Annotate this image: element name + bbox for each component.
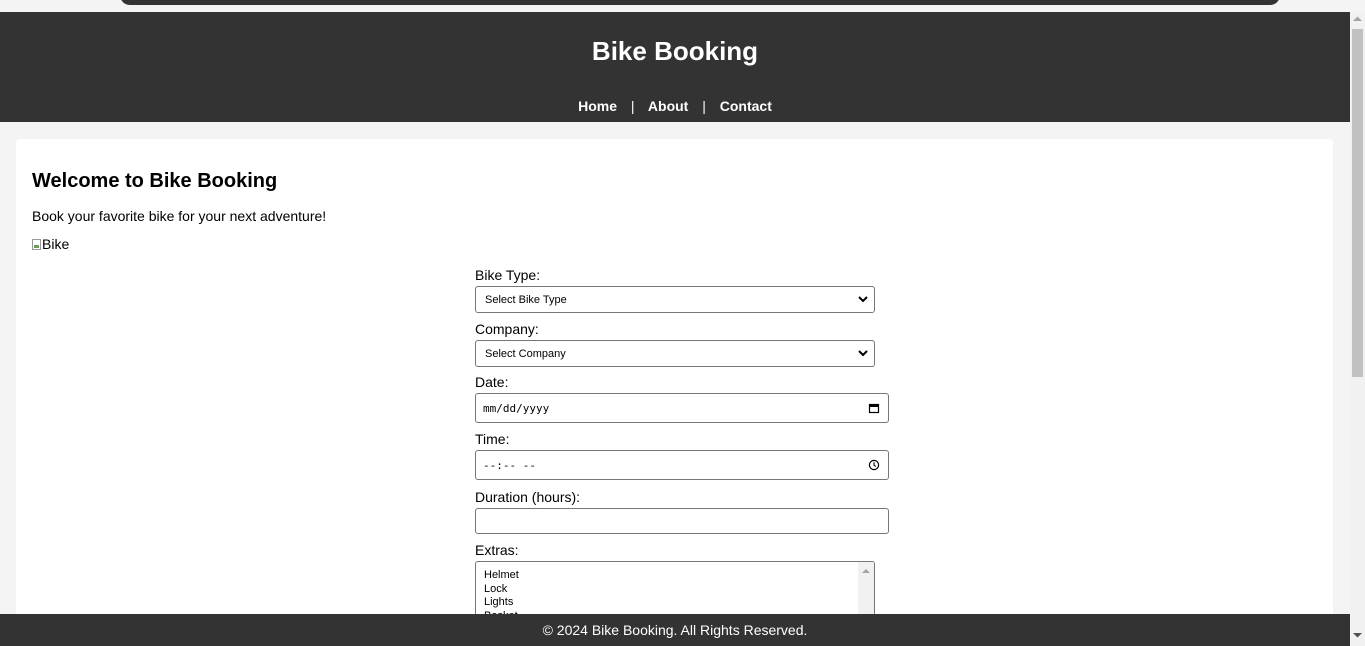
- site-footer: © 2024 Bike Booking. All Rights Reserved…: [0, 614, 1350, 646]
- bike-image-alt: Bike: [42, 236, 70, 252]
- duration-label: Duration (hours):: [475, 489, 581, 505]
- nav-about-link[interactable]: About: [648, 98, 688, 114]
- page-scrollbar[interactable]: [1350, 12, 1365, 646]
- extras-option-lock[interactable]: Lock: [476, 583, 519, 597]
- chevron-down-icon: [858, 296, 868, 303]
- bike-image: Bike: [32, 236, 69, 252]
- company-selected: Select Company: [485, 347, 566, 360]
- nav-contact-link[interactable]: Contact: [720, 98, 772, 114]
- bike-type-select[interactable]: Select Bike Type: [475, 286, 875, 313]
- nav-home-link[interactable]: Home: [578, 98, 617, 114]
- date-input[interactable]: mm/dd/yyyy: [475, 393, 889, 423]
- time-input[interactable]: --:-- --: [475, 450, 889, 480]
- footer-copyright: © 2024 Bike Booking. All Rights Reserved…: [542, 622, 808, 638]
- browser-bar-edge: [120, 0, 1280, 5]
- scroll-up-arrow-icon[interactable]: [862, 568, 870, 574]
- clock-icon[interactable]: [868, 459, 880, 471]
- chevron-down-icon: [858, 350, 868, 357]
- nav-separator: |: [702, 98, 706, 114]
- welcome-heading: Welcome to Bike Booking: [32, 170, 278, 192]
- bike-type-selected: Select Bike Type: [485, 293, 567, 306]
- bike-type-label: Bike Type:: [475, 267, 541, 283]
- time-placeholder: --:-- --: [483, 458, 536, 472]
- scroll-down-arrow-icon[interactable]: [1353, 632, 1362, 638]
- extras-option-lights[interactable]: Lights: [476, 596, 519, 610]
- main-content-card: Welcome to Bike Booking Book your favori…: [16, 139, 1333, 639]
- date-label: Date:: [475, 374, 509, 390]
- scroll-up-arrow-icon[interactable]: [1353, 16, 1362, 22]
- site-header: Bike Booking Home | About | Contact: [0, 12, 1350, 122]
- main-nav: Home | About | Contact: [0, 98, 1350, 114]
- date-placeholder: mm/dd/yyyy: [483, 401, 550, 415]
- broken-image-icon: [32, 238, 41, 250]
- nav-separator: |: [630, 98, 635, 114]
- duration-input[interactable]: [475, 508, 889, 534]
- extras-label: Extras:: [475, 542, 519, 558]
- site-title: Bike Booking: [591, 36, 759, 66]
- time-label: Time:: [475, 431, 510, 447]
- calendar-icon[interactable]: [868, 402, 880, 414]
- company-label: Company:: [475, 321, 539, 337]
- intro-text: Book your favorite bike for your next ad…: [32, 208, 327, 224]
- browser-top-strip: [0, 0, 1365, 12]
- page-scrollbar-thumb[interactable]: [1352, 29, 1363, 377]
- company-select[interactable]: Select Company: [475, 340, 875, 367]
- extras-option-helmet[interactable]: Helmet: [476, 569, 519, 583]
